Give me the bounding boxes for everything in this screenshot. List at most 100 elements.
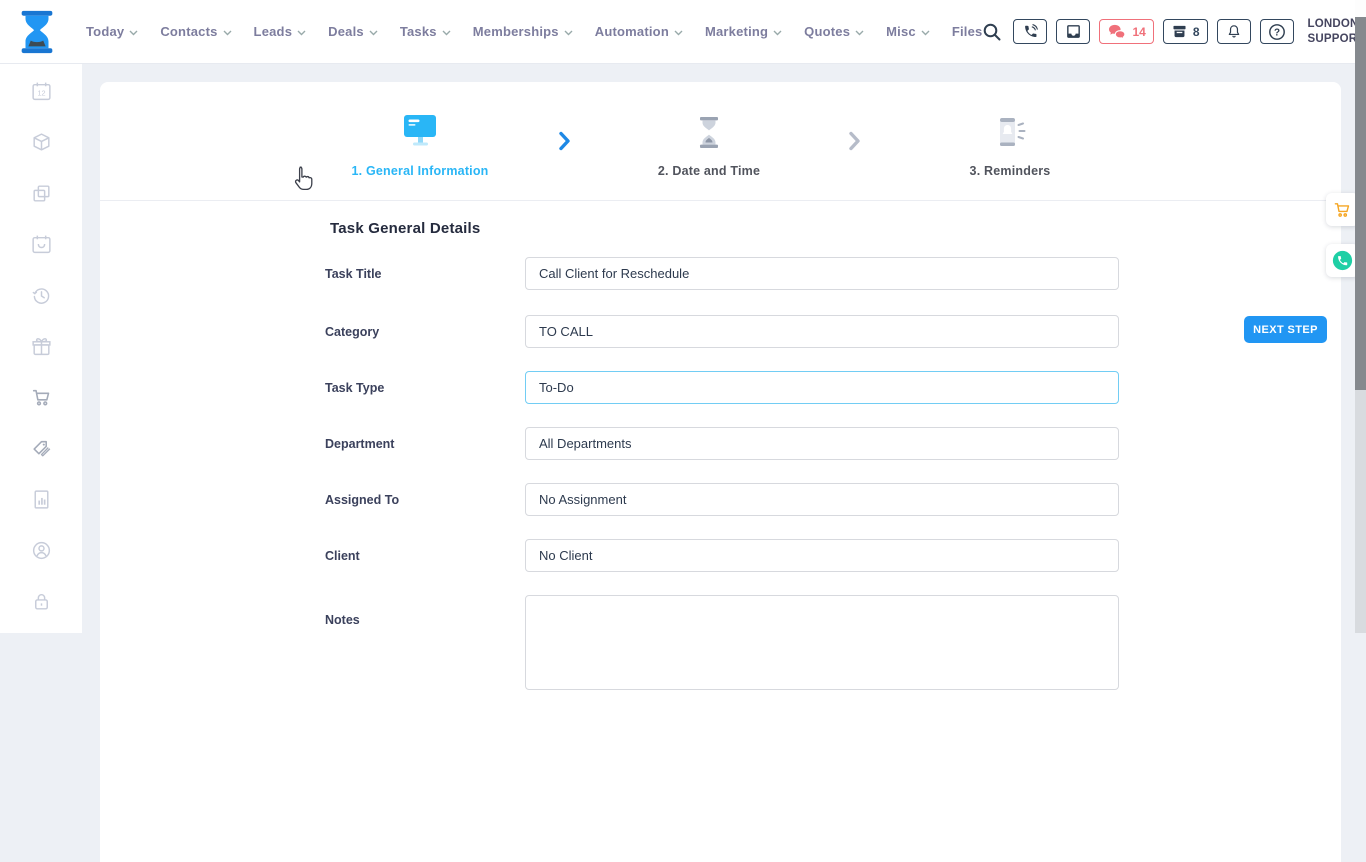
topbar: Today Contacts Leads Deals Tasks Members… — [0, 0, 1366, 64]
nav-item-marketing[interactable]: Marketing — [705, 24, 782, 39]
help-button[interactable]: ? — [1260, 19, 1294, 44]
category-select[interactable] — [525, 315, 1119, 348]
nav-label: Deals — [328, 24, 364, 39]
sidebar-item-account[interactable] — [29, 538, 53, 562]
calendar-icon: 12 — [30, 80, 53, 103]
form-row-client: Client — [100, 539, 1341, 572]
chevron-down-icon — [442, 30, 451, 36]
wizard-stepper: 1. General Information 2. Date and Time — [100, 82, 1341, 201]
sidebar-item-reports[interactable] — [29, 487, 53, 511]
bell-icon — [1226, 23, 1242, 40]
task-type-select[interactable] — [525, 371, 1119, 404]
page-scrollbar[interactable] — [1355, 0, 1366, 633]
history-icon — [30, 284, 53, 307]
sidebar-item-rewards[interactable] — [29, 334, 53, 358]
cube-icon — [30, 131, 53, 154]
nav-item-leads[interactable]: Leads — [254, 24, 307, 39]
store-icon — [1171, 23, 1188, 40]
store-button[interactable]: 8 — [1163, 19, 1208, 44]
sidebar-item-cart[interactable] — [29, 385, 53, 409]
chevron-down-icon — [921, 30, 930, 36]
search-button[interactable] — [982, 22, 1002, 42]
nav-label: Memberships — [473, 24, 559, 39]
task-title-input[interactable] — [525, 257, 1119, 290]
topbar-actions: 14 8 ? LONDON SUPPORT — [982, 16, 1366, 47]
nav-label: Quotes — [804, 24, 850, 39]
nav-item-contacts[interactable]: Contacts — [160, 24, 231, 39]
sidebar-item-packages[interactable] — [29, 130, 53, 154]
form-row-category: Category — [100, 315, 1341, 348]
sidebar-item-security[interactable] — [29, 589, 53, 613]
chevron-down-icon — [369, 30, 378, 36]
scrollbar-cap — [1355, 0, 1366, 17]
nav-item-misc[interactable]: Misc — [886, 24, 930, 39]
help-icon: ? — [1268, 23, 1286, 41]
nav-label: Tasks — [400, 24, 437, 39]
tags-icon — [30, 437, 53, 460]
nav-label: Automation — [595, 24, 669, 39]
inbox-icon — [1065, 23, 1082, 40]
nav-item-tasks[interactable]: Tasks — [400, 24, 451, 39]
app-logo[interactable] — [14, 4, 60, 60]
report-icon — [30, 488, 53, 511]
notes-textarea[interactable] — [525, 595, 1119, 690]
step-label: 2. Date and Time — [658, 164, 760, 178]
chevron-down-icon — [564, 30, 573, 36]
nav-item-today[interactable]: Today — [86, 24, 138, 39]
nav-label: Today — [86, 24, 124, 39]
task-type-label: Task Type — [325, 381, 384, 395]
step-reminders[interactable]: 3. Reminders — [890, 111, 1130, 178]
search-icon — [982, 22, 1002, 42]
sidebar-item-history[interactable] — [29, 283, 53, 307]
client-label: Client — [325, 549, 360, 563]
svg-text:12: 12 — [37, 88, 45, 97]
assigned-to-select[interactable] — [525, 483, 1119, 516]
sidebar-item-tags[interactable] — [29, 436, 53, 460]
chevron-down-icon — [674, 30, 683, 36]
nav-item-memberships[interactable]: Memberships — [473, 24, 573, 39]
step-general-information[interactable]: 1. General Information — [300, 111, 540, 178]
department-select[interactable] — [525, 427, 1119, 460]
inbox-button[interactable] — [1056, 19, 1090, 44]
svg-text:?: ? — [1274, 27, 1280, 38]
nav-item-files[interactable]: Files — [952, 24, 983, 39]
nav-item-quotes[interactable]: Quotes — [804, 24, 864, 39]
sidebar-item-duplicates[interactable] — [29, 181, 53, 205]
form-row-assigned-to: Assigned To — [100, 483, 1341, 516]
lock-icon — [30, 590, 53, 613]
step-arrow-icon — [848, 131, 861, 151]
main-nav: Today Contacts Leads Deals Tasks Members… — [86, 24, 982, 39]
client-select[interactable] — [525, 539, 1119, 572]
sidebar: 12 — [0, 64, 82, 633]
next-step-button[interactable]: NEXT STEP — [1244, 316, 1327, 343]
form-title: Task General Details — [330, 220, 480, 237]
phone-icon — [1022, 23, 1039, 40]
chat-icon — [1107, 24, 1127, 40]
chevron-down-icon — [297, 30, 306, 36]
form-row-task-title: Task Title — [100, 257, 1341, 290]
sidebar-item-calendar[interactable]: 12 — [29, 79, 53, 103]
category-label: Category — [325, 325, 379, 339]
step-date-and-time[interactable]: 2. Date and Time — [589, 111, 829, 178]
chat-notifications-button[interactable]: 14 — [1099, 19, 1153, 44]
step-label: 3. Reminders — [970, 164, 1051, 178]
store-count-badge: 8 — [1193, 25, 1200, 39]
chat-count-badge: 14 — [1132, 25, 1145, 39]
form-row-notes: Notes — [100, 595, 1341, 628]
nav-item-deals[interactable]: Deals — [328, 24, 378, 39]
hourglass-icon — [697, 117, 721, 148]
nav-label: Marketing — [705, 24, 768, 39]
step-label: 1. General Information — [351, 164, 488, 178]
scrollbar-thumb[interactable] — [1355, 17, 1366, 390]
nav-item-automation[interactable]: Automation — [595, 24, 683, 39]
step-arrow-icon — [558, 131, 571, 151]
sidebar-item-bookings[interactable] — [29, 232, 53, 256]
chevron-down-icon — [129, 30, 138, 36]
dialer-button[interactable] — [1013, 19, 1047, 44]
chevron-down-icon — [855, 30, 864, 36]
nav-label: Misc — [886, 24, 916, 39]
notifications-button[interactable] — [1217, 19, 1251, 44]
user-circle-icon — [30, 539, 53, 562]
task-title-label: Task Title — [325, 267, 382, 281]
department-label: Department — [325, 437, 394, 451]
